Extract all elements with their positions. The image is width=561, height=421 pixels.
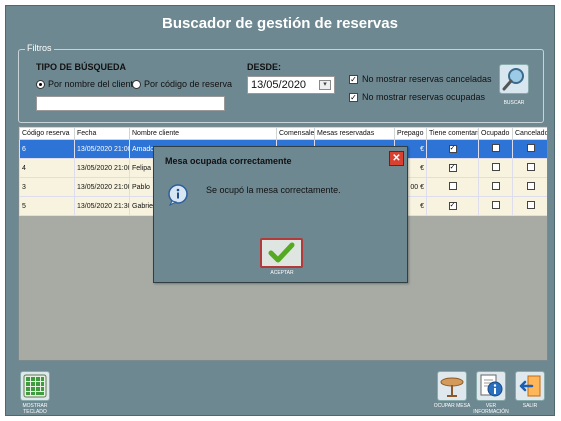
col-header[interactable]: Prepago bbox=[394, 127, 427, 140]
checkbox-icon[interactable] bbox=[491, 144, 500, 152]
app-root: Buscador de gestión de reservas Filtros … bbox=[0, 0, 561, 421]
window-title: Buscador de gestión de reservas bbox=[162, 15, 398, 32]
cell-cancelled bbox=[512, 158, 547, 178]
checkbox-icon[interactable] bbox=[491, 201, 500, 209]
show-keyboard-button[interactable] bbox=[20, 371, 50, 401]
checkbox-checked-icon: ✓ bbox=[349, 74, 358, 84]
info-document-icon bbox=[480, 374, 503, 397]
radio-by-code-label: Por código de reserva bbox=[144, 79, 233, 89]
cell-comment: ✓ bbox=[426, 158, 479, 178]
search-button-label: BUSCAR bbox=[503, 100, 525, 106]
cell-cancelled bbox=[512, 196, 547, 216]
dialog-message: Se ocupó la mesa correctamente. bbox=[206, 185, 341, 195]
col-header[interactable]: Ocupado bbox=[478, 127, 513, 140]
radio-unselected-icon bbox=[132, 79, 141, 89]
cell-date: 13/05/2020 21:00 bbox=[74, 139, 130, 159]
radio-by-name-label: Por nombre del cliente bbox=[48, 79, 139, 89]
checkbox-checked-icon[interactable]: ✓ bbox=[448, 145, 457, 153]
date-label: DESDE: bbox=[247, 62, 282, 72]
cell-code: 6 bbox=[19, 139, 75, 159]
checkbox-checked-icon[interactable]: ✓ bbox=[448, 164, 457, 172]
main-window: Buscador de gestión de reservas Filtros … bbox=[5, 5, 555, 416]
cell-comment bbox=[426, 177, 479, 197]
info-icon bbox=[168, 184, 188, 206]
view-info-button[interactable] bbox=[476, 371, 506, 401]
checkbox-checked-icon[interactable]: ✓ bbox=[448, 202, 457, 210]
col-header[interactable]: Fecha bbox=[74, 127, 130, 140]
cell-occupied bbox=[478, 139, 513, 159]
occupy-table-button[interactable] bbox=[437, 371, 467, 401]
checkbox-icon[interactable] bbox=[491, 163, 500, 171]
checkbox-icon[interactable] bbox=[526, 144, 535, 152]
cell-date: 13/05/2020 21:30 bbox=[74, 196, 130, 216]
cell-cancelled bbox=[512, 139, 547, 159]
cell-occupied bbox=[478, 196, 513, 216]
dialog-title: Mesa ocupada correctamente bbox=[165, 156, 292, 166]
checkbox-icon[interactable] bbox=[526, 163, 535, 171]
radio-by-name[interactable]: Por nombre del cliente bbox=[36, 79, 138, 89]
checkbox-checked-icon: ✓ bbox=[349, 92, 358, 102]
magnifier-icon bbox=[502, 68, 524, 91]
success-dialog: Mesa ocupada correctamente ✕ Se ocupó la… bbox=[153, 146, 408, 283]
checkbox-icon[interactable] bbox=[526, 201, 535, 209]
calendar-icon[interactable]: ▾ bbox=[319, 80, 331, 90]
col-header[interactable]: Mesas reservadas bbox=[314, 127, 395, 140]
col-header[interactable]: Código reserva bbox=[19, 127, 75, 140]
radio-selected-icon bbox=[36, 79, 45, 89]
search-input[interactable] bbox=[36, 96, 225, 111]
filters-legend: Filtros bbox=[25, 43, 54, 53]
checkbox-icon[interactable] bbox=[448, 182, 457, 190]
keypad-icon bbox=[23, 374, 47, 398]
checkmark-icon bbox=[268, 242, 295, 263]
date-picker[interactable]: 13/05/2020 ▾ bbox=[247, 76, 335, 94]
cell-code: 4 bbox=[19, 158, 75, 178]
filters-group: Filtros TIPO DE BÚSQUEDA Por nombre del … bbox=[18, 43, 544, 123]
show-keyboard-label: MOSTRAR TECLADO bbox=[22, 403, 48, 415]
radio-by-code[interactable]: Por código de reserva bbox=[132, 79, 232, 89]
cell-date: 13/05/2020 21:00 bbox=[74, 158, 130, 178]
col-header[interactable]: Tiene comentario bbox=[426, 127, 479, 140]
cell-comment: ✓ bbox=[426, 196, 479, 216]
exit-label: SALIR bbox=[522, 403, 538, 409]
checkbox-icon[interactable] bbox=[491, 182, 500, 190]
close-icon[interactable]: ✕ bbox=[389, 151, 404, 166]
cell-occupied bbox=[478, 158, 513, 178]
cell-comment: ✓ bbox=[426, 139, 479, 159]
cell-cancelled bbox=[512, 177, 547, 197]
search-button[interactable] bbox=[499, 64, 529, 94]
chk-hide-cancelled-label: No mostrar reservas canceladas bbox=[362, 74, 492, 84]
chk-hide-cancelled[interactable]: ✓ No mostrar reservas canceladas bbox=[349, 74, 492, 84]
chk-hide-occupied-label: No mostrar reservas ocupadas bbox=[362, 92, 486, 102]
col-header[interactable]: Nombre cliente bbox=[129, 127, 277, 140]
accept-button-label: ACEPTAR bbox=[270, 270, 294, 276]
chk-hide-occupied[interactable]: ✓ No mostrar reservas ocupadas bbox=[349, 92, 485, 102]
cell-code: 5 bbox=[19, 196, 75, 216]
col-header[interactable]: Cancelado bbox=[512, 127, 547, 140]
cell-code: 3 bbox=[19, 177, 75, 197]
date-value: 13/05/2020 bbox=[251, 79, 307, 91]
accept-button[interactable] bbox=[260, 238, 303, 268]
search-type-label: TIPO DE BÚSQUEDA bbox=[36, 62, 127, 72]
cell-occupied bbox=[478, 177, 513, 197]
checkbox-icon[interactable] bbox=[526, 182, 535, 190]
view-info-label: VER INFORMACIÓN bbox=[473, 403, 509, 415]
exit-icon bbox=[519, 375, 541, 397]
cell-date: 13/05/2020 21:00 bbox=[74, 177, 130, 197]
table-header-row: Código reserva Fecha Nombre cliente Come… bbox=[19, 127, 547, 140]
occupy-table-label: OCUPAR MESA bbox=[433, 403, 471, 409]
table-icon bbox=[440, 377, 464, 397]
col-header[interactable]: Comensales bbox=[276, 127, 315, 140]
exit-button[interactable] bbox=[515, 371, 545, 401]
